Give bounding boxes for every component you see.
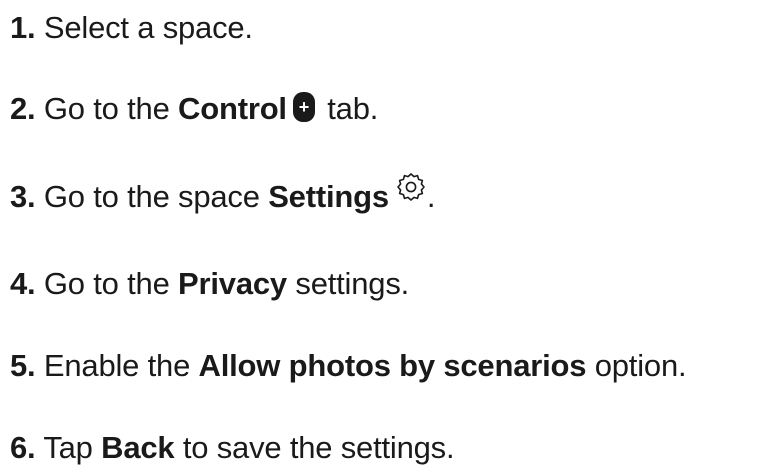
step-number: 5.: [10, 348, 36, 383]
step-text: Tap: [43, 430, 93, 465]
back-label: Back: [101, 430, 175, 465]
step-text-end: .: [426, 179, 436, 214]
step-text-end: settings.: [295, 266, 410, 301]
step-1: 1. Select a space.: [10, 8, 253, 48]
step-6: 6. Tap Back to save the settings.: [10, 428, 455, 468]
step-4: 4. Go to the Privacy settings.: [10, 264, 409, 304]
step-text: Go to the: [43, 91, 170, 126]
settings-label: Settings: [268, 179, 389, 214]
privacy-label: Privacy: [178, 266, 287, 301]
step-text: Go to the space: [43, 179, 260, 214]
step-number: 4.: [10, 266, 36, 301]
control-tab-label: Control: [178, 91, 287, 126]
step-text: Select a space.: [43, 10, 253, 45]
step-number: 2.: [10, 91, 36, 126]
step-text: Go to the: [43, 266, 170, 301]
allow-photos-option-label: Allow photos by scenarios: [198, 348, 587, 383]
step-text: Enable the: [43, 348, 191, 383]
step-5: 5. Enable the Allow photos by scenarios …: [10, 346, 687, 386]
step-number: 6.: [10, 430, 36, 465]
instruction-steps: 1. Select a space. 2. Go to the Control +…: [0, 0, 770, 472]
control-plus-icon: +: [292, 92, 315, 122]
gear-icon: [395, 171, 427, 203]
step-text-end: to save the settings.: [182, 430, 455, 465]
step-2: 2. Go to the Control + tab.: [10, 89, 378, 129]
step-number: 3.: [10, 179, 36, 214]
step-number: 1.: [10, 10, 36, 45]
step-text-end: option.: [594, 348, 687, 383]
step-3: 3. Go to the space Settings.: [10, 171, 436, 217]
step-text-end: tab.: [327, 91, 379, 126]
